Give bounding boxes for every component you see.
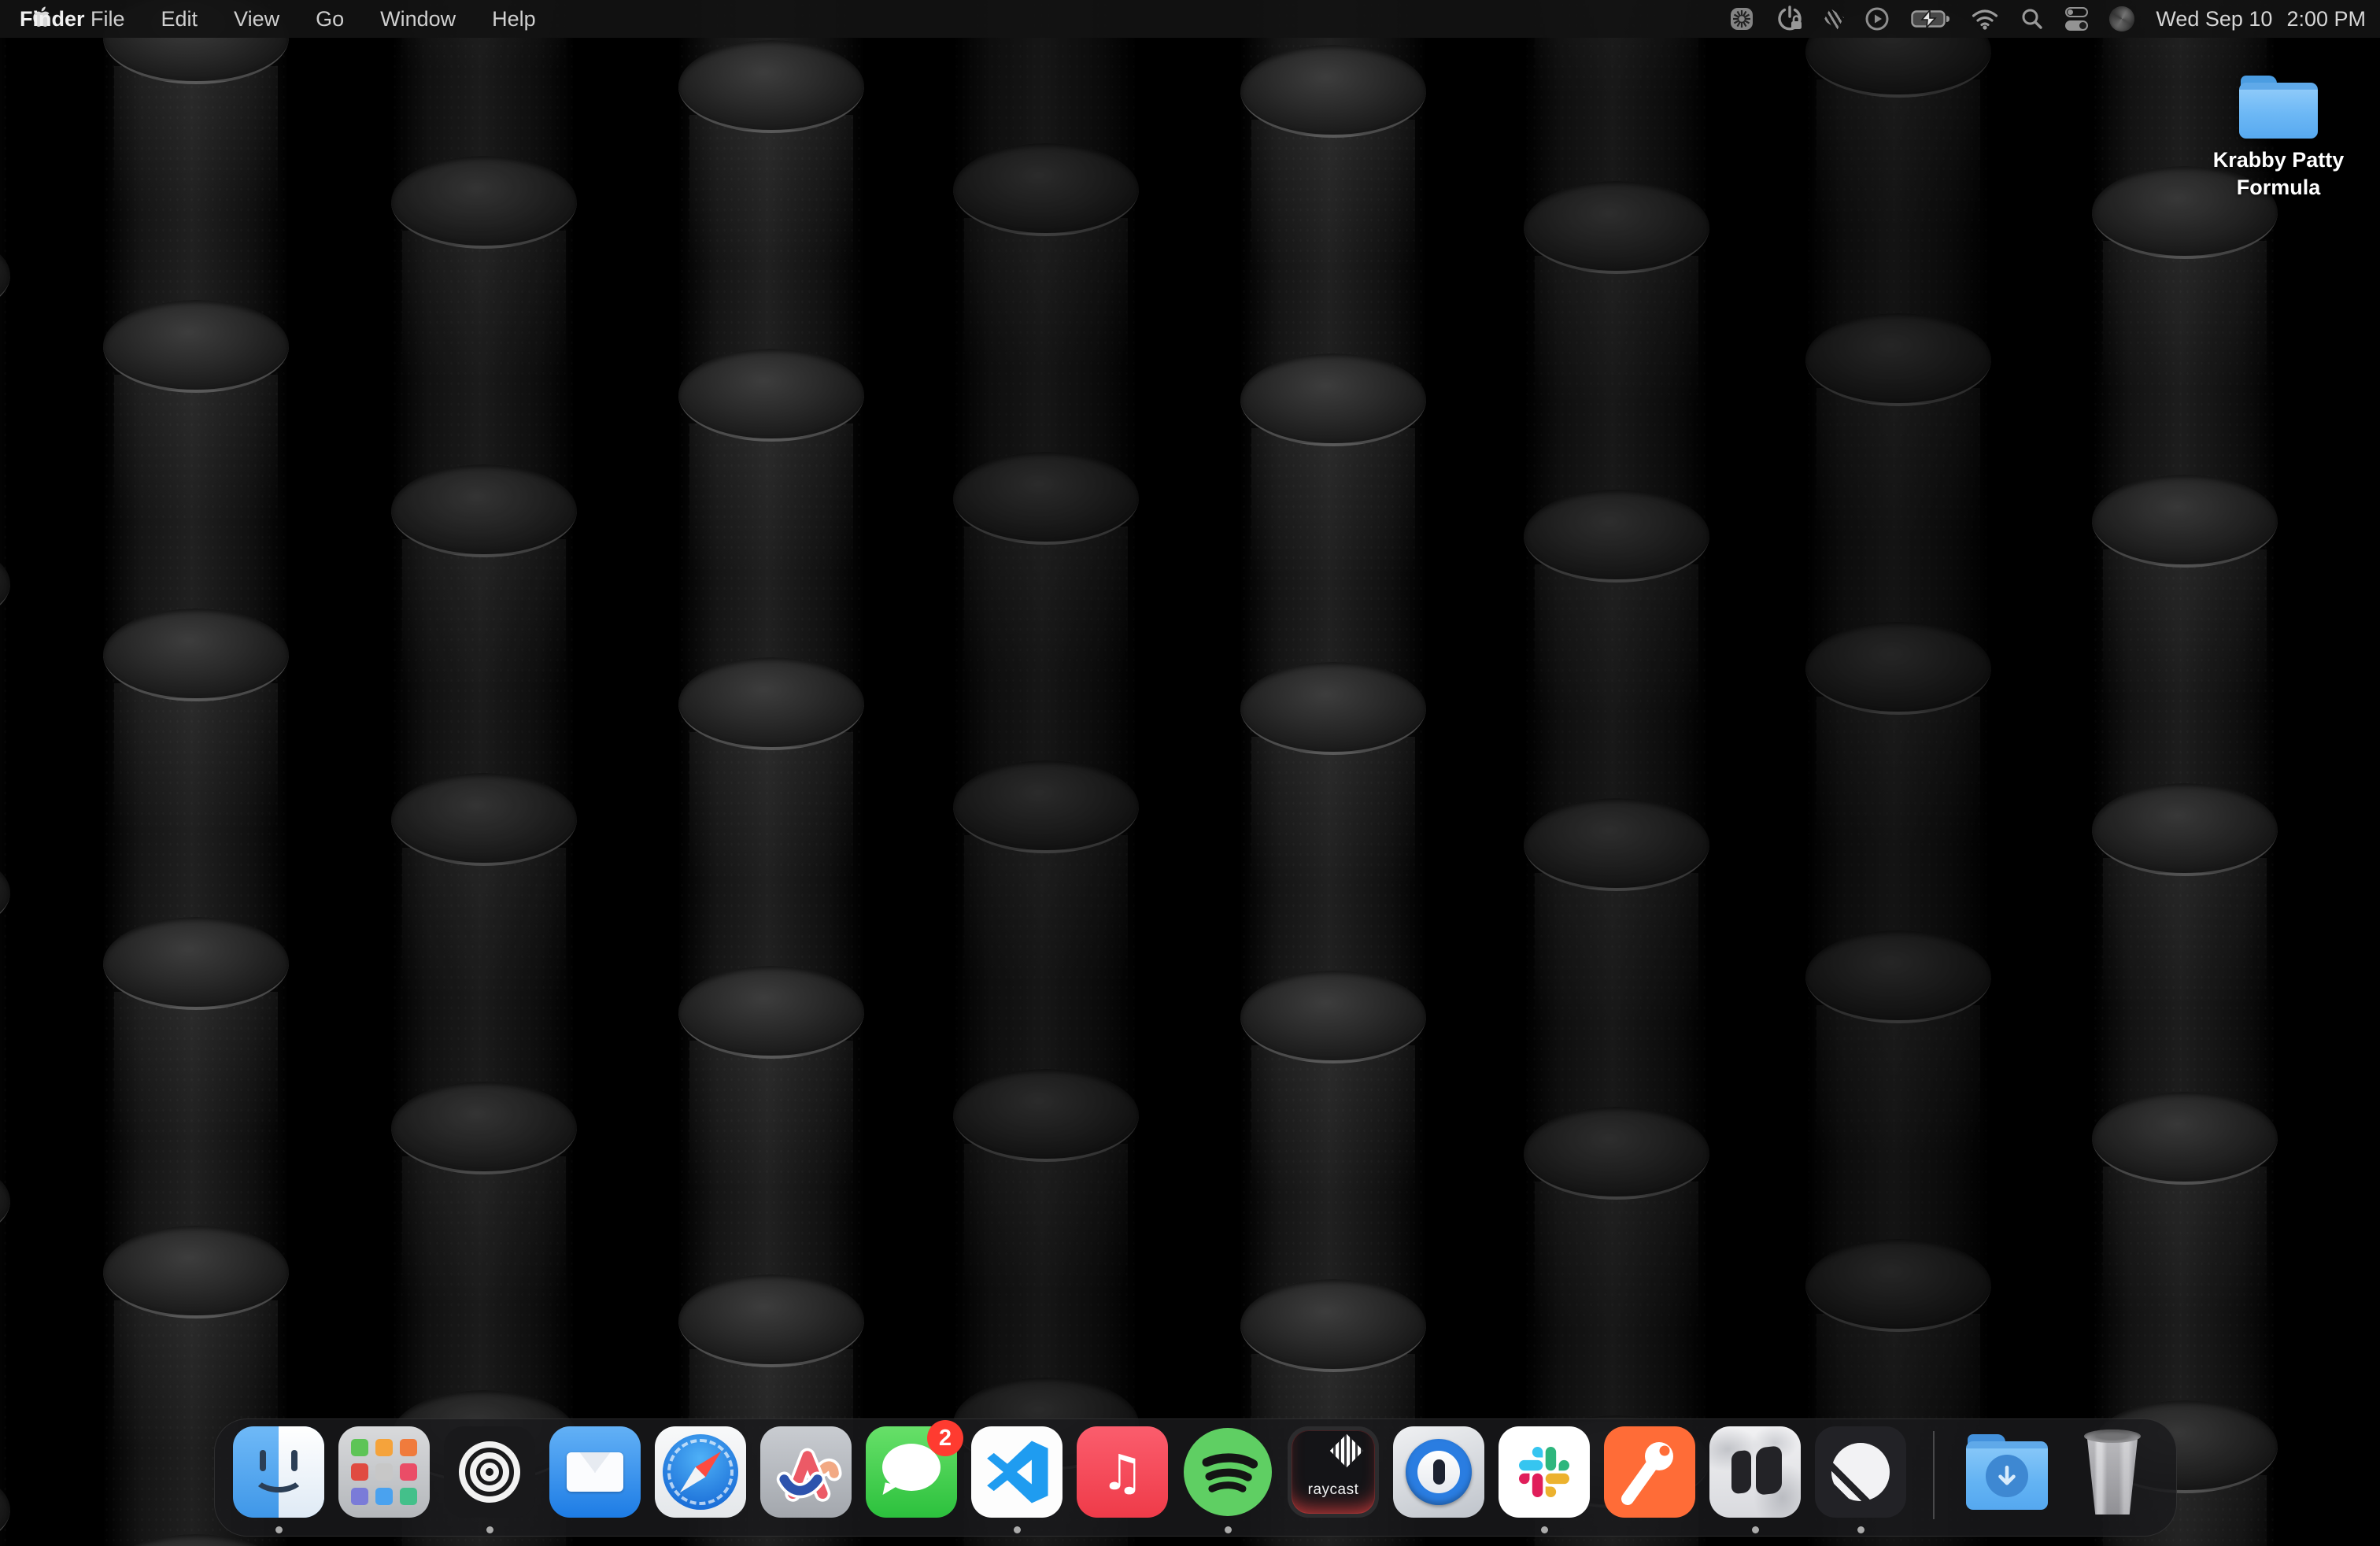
wallpaper-cylinder-column (1524, 0, 1709, 1546)
wallpaper-cylinder-column (1240, 0, 1426, 1546)
menu-bar-left: Finder FileEditViewGoWindowHelp (0, 0, 554, 38)
wallpaper-cylinder-column (391, 0, 577, 1546)
dock-item-mail[interactable] (549, 1426, 641, 1535)
dock-divider (1933, 1431, 1935, 1519)
menu-view[interactable]: View (216, 0, 298, 38)
wallpaper-cylinder-column (1805, 0, 1991, 1546)
privacy-shield-icon[interactable] (1814, 0, 1853, 38)
menu-bar-status: Wed Sep 10 2:00 PM (1718, 0, 2380, 38)
dock-item-marble-panels-app[interactable] (1709, 1426, 1801, 1535)
running-indicator-dot (1752, 1526, 1759, 1533)
control-center-icon[interactable] (2055, 0, 2099, 38)
running-indicator-dot (1225, 1526, 1232, 1533)
wallpaper-cylinder-column (0, 0, 10, 1546)
wifi-icon[interactable] (1961, 0, 2009, 38)
battery-charging-icon[interactable] (1901, 0, 1961, 38)
dock-item-1password[interactable] (1393, 1426, 1484, 1535)
blue-folder-icon (2239, 76, 2318, 139)
running-indicator-dot (275, 1526, 283, 1533)
menu-app-name[interactable]: Finder (0, 0, 91, 91)
menu-edit[interactable]: Edit (143, 0, 216, 38)
dock-item-linear[interactable] (1815, 1426, 1906, 1535)
dock-item-launchpad[interactable] (338, 1426, 430, 1535)
dock-item-spotify[interactable] (1182, 1426, 1273, 1535)
wallpaper-cylinder-column (2092, 0, 2278, 1546)
siri-icon[interactable] (2099, 0, 2145, 38)
raycast-label: raycast (1288, 1481, 1379, 1499)
dock-item-postman[interactable] (1604, 1426, 1695, 1535)
dock-item-downloads-folder[interactable] (1961, 1426, 2053, 1535)
dock-item-messages[interactable]: 2 (866, 1426, 957, 1535)
wallpaper (0, 0, 2380, 1546)
clock-date: Wed Sep 10 (2156, 7, 2272, 31)
desktop-icon-krabby-patty-formula[interactable]: Krabby Patty Formula (2196, 76, 2361, 202)
dock-item-vscode[interactable] (971, 1426, 1062, 1535)
wallpaper-cylinder-column (678, 0, 864, 1546)
dock-item-apple-music[interactable]: ♫ (1077, 1426, 1168, 1535)
running-indicator-dot (1857, 1526, 1864, 1533)
menu-bar-clock[interactable]: Wed Sep 10 2:00 PM (2145, 7, 2366, 31)
dock-item-concentric-circles-app[interactable] (444, 1426, 535, 1535)
wallpaper-cylinder-column (953, 0, 1139, 1546)
dock-item-finder[interactable] (233, 1426, 324, 1535)
menu-window[interactable]: Window (362, 0, 474, 38)
menu-bar: Finder FileEditViewGoWindowHelp Wed Sep … (0, 0, 2380, 38)
desktop-icon-label: Krabby Patty Formula (2196, 146, 2361, 202)
keystroke-burst-icon[interactable] (1718, 0, 1765, 38)
dock-item-arc-browser[interactable] (760, 1426, 852, 1535)
menu-items: FileEditViewGoWindowHelp (72, 0, 554, 38)
clock-time: 2:00 PM (2286, 7, 2366, 31)
dock: 2 ♫ raycast (214, 1418, 2177, 1537)
menu-help[interactable]: Help (474, 0, 554, 38)
menu-go[interactable]: Go (298, 0, 362, 38)
dock-item-trash[interactable] (2067, 1426, 2158, 1535)
now-playing-icon[interactable] (1853, 0, 1901, 38)
spotlight-search-icon[interactable] (2009, 0, 2055, 38)
dock-item-safari[interactable] (655, 1426, 746, 1535)
macos-desktop: Finder FileEditViewGoWindowHelp Wed Sep … (0, 0, 2380, 1546)
notification-badge: 2 (927, 1420, 963, 1456)
status-items (1718, 0, 2145, 38)
running-indicator-dot (1014, 1526, 1021, 1533)
session-lock-icon[interactable] (1765, 0, 1814, 38)
running-indicator-dot (486, 1526, 493, 1533)
wallpaper-cylinder-column (103, 0, 289, 1546)
dock-item-raycast[interactable]: raycast (1288, 1426, 1379, 1535)
dock-item-slack[interactable] (1499, 1426, 1590, 1535)
running-indicator-dot (1541, 1526, 1548, 1533)
